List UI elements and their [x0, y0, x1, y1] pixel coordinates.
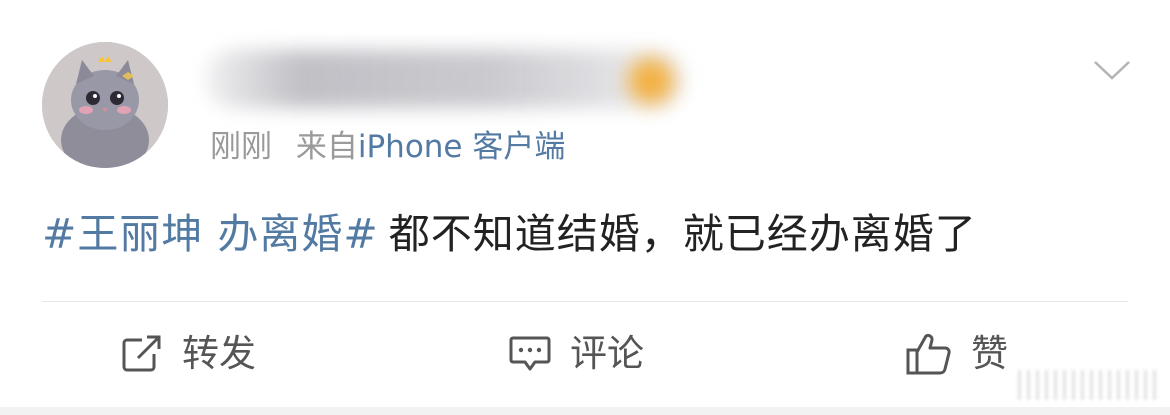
cat-avatar-image — [42, 42, 168, 168]
repost-button[interactable]: 转发 — [120, 326, 256, 382]
like-button[interactable]: 赞 — [905, 326, 1008, 382]
post-content: #王丽坤 办离婚# 都不知道结婚，就已经办离婚了 — [42, 206, 977, 262]
username-blurred[interactable] — [205, 50, 685, 108]
post-time: 刚刚 — [210, 129, 272, 165]
post-meta: 刚刚 来自iPhone 客户端 — [210, 125, 565, 169]
comment-icon — [509, 336, 551, 371]
divider — [42, 301, 1128, 302]
watermark — [1018, 370, 1158, 400]
topic-hashtag-link[interactable]: #王丽坤 办离婚# — [42, 210, 379, 258]
weibo-post-card: 刚刚 来自iPhone 客户端 #王丽坤 办离婚# 都不知道结婚，就已经办离婚了 … — [0, 0, 1170, 415]
post-text: 都不知道结婚，就已经办离婚了 — [388, 210, 977, 258]
thumbs-up-icon — [906, 333, 951, 375]
post-source-prefix: 来自 — [295, 129, 358, 165]
post-source-link[interactable]: iPhone 客户端 — [358, 129, 566, 165]
avatar[interactable] — [42, 42, 168, 168]
comment-button[interactable]: 评论 — [508, 326, 644, 382]
chevron-down-icon[interactable] — [1092, 58, 1132, 82]
like-label: 赞 — [971, 332, 1008, 375]
bottom-separator — [0, 407, 1170, 415]
share-icon — [122, 335, 161, 372]
comment-label: 评论 — [570, 332, 644, 375]
repost-label: 转发 — [182, 332, 256, 375]
user-badge-icon — [628, 58, 674, 104]
